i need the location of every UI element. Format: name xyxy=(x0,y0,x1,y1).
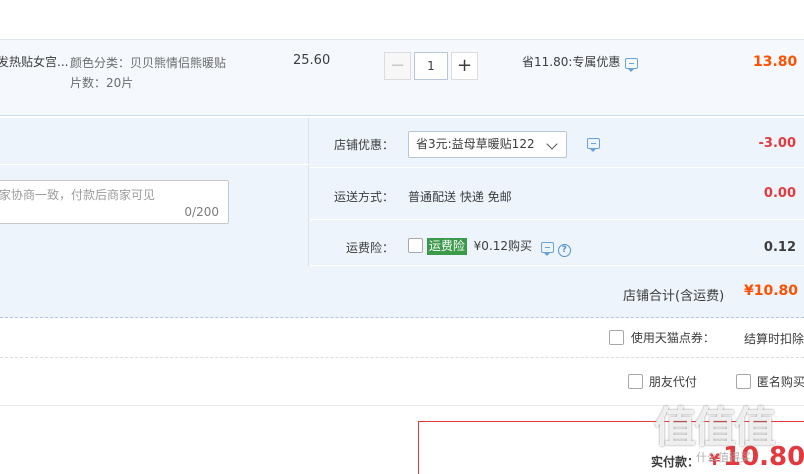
shop-order-box: 家协商一致，付款后商家可见 0/200 店铺优惠： 省3元:益母草暖贴122 -… xyxy=(0,118,804,318)
shop-total-amount: ¥10.80 xyxy=(744,283,799,299)
shop-coupon-amount: -3.00 xyxy=(758,136,796,151)
item-promo-text: 省11.80:专属优惠 xyxy=(522,55,621,69)
chat-icon[interactable] xyxy=(625,58,639,72)
insurance-label: 运费险： xyxy=(346,241,395,255)
message-char-count: 0/200 xyxy=(184,205,219,219)
shipping-method: 普通配送 快递 免邮 xyxy=(408,190,512,204)
divider xyxy=(0,164,309,165)
anonymous-label: 匿名购买 xyxy=(756,375,804,389)
settle-deduct-text: 结算时扣除 xyxy=(744,332,804,346)
chat-icon[interactable] xyxy=(540,242,554,256)
item-total: 13.80 xyxy=(753,54,798,70)
quantity-input[interactable]: 1 xyxy=(414,52,448,80)
shop-total-row: 店铺合计(含运费) ¥10.80 xyxy=(0,266,804,318)
tmall-points-row: 使用天猫点券： 结算时扣除 xyxy=(0,318,804,358)
buyer-message-area: 家协商一致，付款后商家可见 0/200 xyxy=(0,118,309,266)
anonymous-checkbox[interactable] xyxy=(736,374,751,389)
shop-coupon-label: 店铺优惠： xyxy=(334,138,395,152)
item-spec-color: 颜色分类：贝贝熊情侣熊暖贴 xyxy=(70,56,227,70)
item-title[interactable]: 发热贴女宫... xyxy=(0,53,68,70)
shop-coupon-selected: 省3元:益母草暖贴122 xyxy=(416,137,535,151)
item-unit-price: 25.60 xyxy=(293,53,331,68)
payment-label: 实付款： xyxy=(651,455,700,469)
shop-coupon-select[interactable]: 省3元:益母草暖贴122 xyxy=(408,131,567,158)
tmall-points-label: 使用天猫点券： xyxy=(630,331,715,345)
item-spec-count: 片数：20片 xyxy=(70,76,134,90)
item-promo: 省11.80:专属优惠 xyxy=(522,53,639,72)
friend-pay-checkbox[interactable] xyxy=(628,374,643,389)
shop-total-label: 店铺合计(含运费) xyxy=(623,289,725,304)
shipping-amount: 0.00 xyxy=(763,186,796,201)
insurance-amount: 0.12 xyxy=(763,240,796,255)
friend-pay-option: 朋友代付 xyxy=(628,373,697,390)
cart-item-row: 发热贴女宫... 颜色分类：贝贝熊情侣熊暖贴 片数：20片 25.60 − 1 … xyxy=(0,40,804,116)
shop-coupon-row: 店铺优惠： 省3元:益母草暖贴122 -3.00 xyxy=(310,118,804,168)
help-icon[interactable]: ? xyxy=(557,244,571,257)
insurance-badge: 运费险 xyxy=(426,238,467,255)
buyer-message-input[interactable]: 家协商一致，付款后商家可见 0/200 xyxy=(0,180,229,224)
message-placeholder: 家协商一致，付款后商家可见 xyxy=(0,188,156,202)
watermark-logo: 值值值 xyxy=(654,403,776,452)
friend-pay-label: 朋友代付 xyxy=(648,375,697,389)
insurance-row: 运费险： 运费险 ¥0.12购买 ? 0.12 xyxy=(310,220,804,266)
chevron-down-icon xyxy=(546,138,558,150)
watermark-site: 什么值得买 xyxy=(696,451,751,464)
tmall-points-checkbox[interactable] xyxy=(609,330,624,345)
chat-icon[interactable] xyxy=(587,138,600,152)
insurance-checkbox[interactable] xyxy=(408,238,423,253)
shipping-row: 运送方式： 普通配送 快递 免邮 0.00 xyxy=(310,168,804,220)
tmall-points-option: 使用天猫点券： xyxy=(609,329,715,346)
top-blank-area xyxy=(0,0,804,40)
quantity-stepper: − 1 + xyxy=(384,52,478,80)
insurance-price: ¥0.12购买 xyxy=(473,239,533,253)
shipping-label: 运送方式： xyxy=(334,190,395,204)
insurance-option: 运费险 ¥0.12购买 ? xyxy=(408,237,571,257)
decrease-quantity-button[interactable]: − xyxy=(384,52,411,80)
anonymous-option: 匿名购买 xyxy=(736,373,804,390)
item-spec: 颜色分类：贝贝熊情侣熊暖贴 片数：20片 xyxy=(70,53,226,93)
increase-quantity-button[interactable]: + xyxy=(451,52,478,80)
